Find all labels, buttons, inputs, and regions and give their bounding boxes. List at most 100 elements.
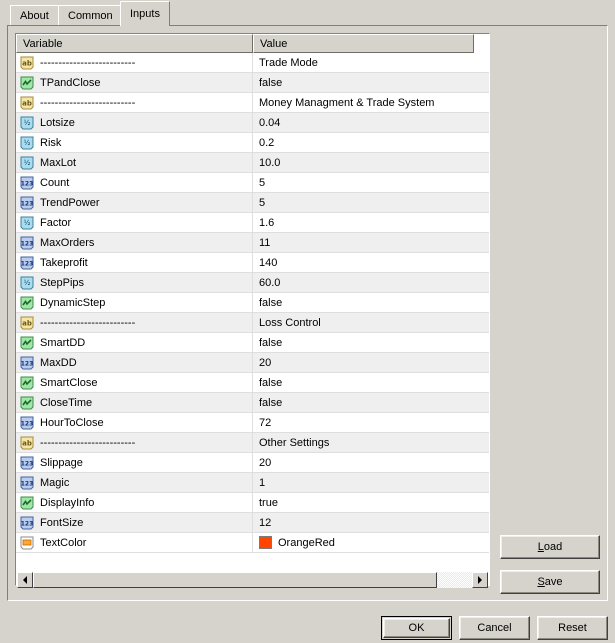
variable-cell[interactable]: ½ Risk [16, 133, 253, 152]
variable-cell[interactable]: 123 Magic [16, 473, 253, 492]
table-row[interactable]: ½ StepPips 60.0 [16, 273, 489, 293]
inputs-list[interactable]: Variable Value ab -----------------------… [15, 33, 490, 586]
value-cell[interactable]: 5 [253, 173, 489, 192]
variable-cell[interactable]: ½ MaxLot [16, 153, 253, 172]
save-button-mnemonic: S [537, 576, 545, 588]
table-row[interactable]: ½ Risk 0.2 [16, 133, 489, 153]
svg-text:½: ½ [24, 159, 31, 167]
table-row[interactable]: ab -------------------------- Trade Mode [16, 53, 489, 73]
value-cell[interactable]: 0.2 [253, 133, 489, 152]
variable-cell[interactable]: SmartDD [16, 333, 253, 352]
table-row[interactable]: 123 FontSize 12 [16, 513, 489, 533]
table-row[interactable]: ab -------------------------- Money Managm… [16, 93, 489, 113]
variable-cell[interactable]: ab -------------------------- [16, 53, 253, 72]
table-row[interactable]: TextColor OrangeRed [16, 533, 489, 553]
variable-cell[interactable]: ab -------------------------- [16, 433, 253, 452]
table-row[interactable]: SmartDD false [16, 333, 489, 353]
save-button[interactable]: Save [500, 570, 600, 594]
reset-button[interactable]: Reset [537, 616, 608, 640]
variable-cell[interactable]: DisplayInfo [16, 493, 253, 512]
variable-cell[interactable]: ab -------------------------- [16, 93, 253, 112]
value-cell[interactable]: Other Settings [253, 433, 489, 452]
value-cell[interactable]: 20 [253, 353, 489, 372]
variable-name: Factor [40, 216, 72, 229]
table-row[interactable]: 123 MaxDD 20 [16, 353, 489, 373]
value-cell[interactable]: OrangeRed [253, 533, 489, 552]
load-button[interactable]: Load [500, 535, 600, 559]
variable-cell[interactable]: ½ Factor [16, 213, 253, 232]
horizontal-scrollbar[interactable] [17, 572, 488, 588]
value-cell[interactable]: 0.04 [253, 113, 489, 132]
variable-cell[interactable]: CloseTime [16, 393, 253, 412]
table-row[interactable]: 123 Count 5 [16, 173, 489, 193]
variable-cell[interactable]: 123 Slippage [16, 453, 253, 472]
column-header-value[interactable]: Value [253, 34, 474, 53]
column-header-variable[interactable]: Variable [16, 34, 253, 53]
value-cell[interactable]: false [253, 333, 489, 352]
variable-name: MaxLot [40, 156, 77, 169]
variable-name: Magic [40, 476, 70, 489]
cancel-button[interactable]: Cancel [459, 616, 530, 640]
table-row[interactable]: 123 TrendPower 5 [16, 193, 489, 213]
scroll-right-icon[interactable] [472, 572, 488, 588]
table-row[interactable]: 123 HourToClose 72 [16, 413, 489, 433]
value-cell[interactable]: false [253, 373, 489, 392]
tab-inputs[interactable]: Inputs [120, 1, 170, 26]
value-cell[interactable]: 140 [253, 253, 489, 272]
variable-cell[interactable]: 123 MaxDD [16, 353, 253, 372]
value-cell[interactable]: Trade Mode [253, 53, 489, 72]
table-row[interactable]: 123 Slippage 20 [16, 453, 489, 473]
table-row[interactable]: ½ Lotsize 0.04 [16, 113, 489, 133]
table-row[interactable]: ab -------------------------- Loss Control [16, 313, 489, 333]
table-row[interactable]: DynamicStep false [16, 293, 489, 313]
svg-text:½: ½ [24, 219, 31, 227]
table-row[interactable]: CloseTime false [16, 393, 489, 413]
table-row[interactable]: ½ MaxLot 10.0 [16, 153, 489, 173]
table-row[interactable]: SmartClose false [16, 373, 489, 393]
scroll-left-icon[interactable] [17, 572, 33, 588]
table-row[interactable]: 123 MaxOrders 11 [16, 233, 489, 253]
variable-cell[interactable]: 123 FontSize [16, 513, 253, 532]
table-row[interactable]: 123 Takeprofit 140 [16, 253, 489, 273]
table-row[interactable]: 123 Magic 1 [16, 473, 489, 493]
value-cell[interactable]: 11 [253, 233, 489, 252]
table-row[interactable]: ab -------------------------- Other Settin… [16, 433, 489, 453]
tab-common[interactable]: Common [58, 5, 123, 26]
value-cell[interactable]: Loss Control [253, 313, 489, 332]
scrollbar-track[interactable] [33, 572, 472, 588]
tab-about[interactable]: About [10, 5, 59, 26]
value-cell[interactable]: 12 [253, 513, 489, 532]
value-cell[interactable]: false [253, 293, 489, 312]
table-row[interactable]: ½ Factor 1.6 [16, 213, 489, 233]
variable-cell[interactable]: DynamicStep [16, 293, 253, 312]
value-cell[interactable]: 1.6 [253, 213, 489, 232]
value-cell[interactable]: false [253, 73, 489, 92]
value-cell[interactable]: 10.0 [253, 153, 489, 172]
value-cell[interactable]: 5 [253, 193, 489, 212]
value-cell[interactable]: true [253, 493, 489, 512]
table-row[interactable]: DisplayInfo true [16, 493, 489, 513]
double-icon: ½ [19, 155, 35, 171]
variable-cell[interactable]: ½ StepPips [16, 273, 253, 292]
variable-cell[interactable]: TextColor [16, 533, 253, 552]
variable-cell[interactable]: 123 Count [16, 173, 253, 192]
variable-cell[interactable]: SmartClose [16, 373, 253, 392]
variable-cell[interactable]: 123 MaxOrders [16, 233, 253, 252]
value-cell[interactable]: Money Managment & Trade System [253, 93, 489, 112]
value-cell[interactable]: 72 [253, 413, 489, 432]
value-cell[interactable]: false [253, 393, 489, 412]
value-cell[interactable]: 60.0 [253, 273, 489, 292]
svg-text:123: 123 [21, 180, 34, 187]
ok-button[interactable]: OK [381, 616, 452, 640]
value-cell[interactable]: 1 [253, 473, 489, 492]
variable-cell[interactable]: TPandClose [16, 73, 253, 92]
section-separator-label: -------------------------- [40, 56, 136, 69]
variable-cell[interactable]: 123 Takeprofit [16, 253, 253, 272]
table-row[interactable]: TPandClose false [16, 73, 489, 93]
variable-cell[interactable]: ½ Lotsize [16, 113, 253, 132]
value-cell[interactable]: 20 [253, 453, 489, 472]
variable-cell[interactable]: 123 TrendPower [16, 193, 253, 212]
variable-cell[interactable]: ab -------------------------- [16, 313, 253, 332]
scrollbar-thumb[interactable] [33, 572, 437, 588]
variable-cell[interactable]: 123 HourToClose [16, 413, 253, 432]
